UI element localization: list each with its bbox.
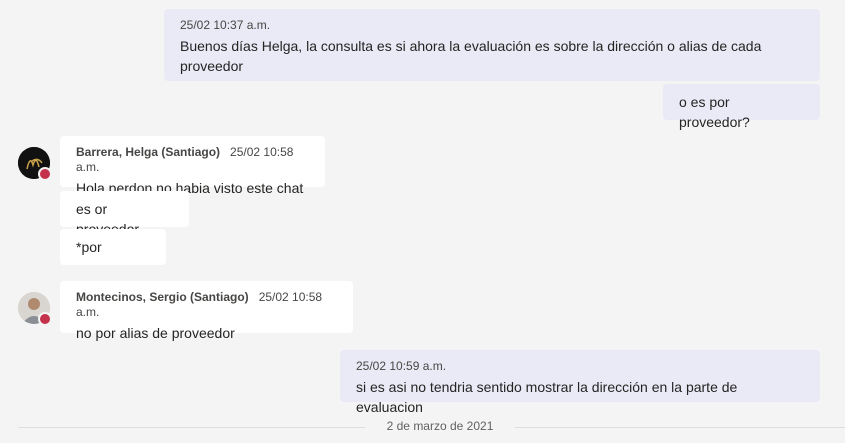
date-divider-line-left — [18, 427, 365, 428]
received-message-bubble[interactable]: Montecinos, Sergio (Santiago) 25/02 10:58… — [60, 281, 353, 341]
received-message-bubble[interactable]: Barrera, Helga (Santiago) 25/02 10:58 a.m… — [60, 136, 325, 196]
message-timestamp: 25/02 10:59 a.m. — [356, 359, 447, 373]
message-author[interactable]: Barrera, Helga (Santiago) — [76, 145, 220, 159]
message-text: no por alias de proveedor — [76, 325, 235, 341]
message-header: Montecinos, Sergio (Santiago) 25/02 10:58… — [76, 290, 337, 320]
message-header: Barrera, Helga (Santiago) 25/02 10:58 a.m… — [76, 145, 309, 175]
received-message-bubble[interactable]: es or proveedor — [60, 191, 189, 237]
message-text: Buenos días Helga, la consulta es si aho… — [180, 38, 762, 74]
date-divider-label: 2 de marzo de 2021 — [386, 419, 494, 433]
message-text: *por — [76, 239, 102, 255]
date-divider-line-right — [515, 427, 845, 428]
sent-message-bubble[interactable]: 25/02 10:37 a.m. Buenos días Helga, la c… — [164, 9, 820, 81]
message-timestamp: 25/02 10:37 a.m. — [180, 18, 271, 32]
message-text: o es por proveedor? — [679, 94, 750, 130]
presence-status-icon — [38, 167, 52, 181]
presence-status-icon — [38, 312, 52, 326]
message-author[interactable]: Montecinos, Sergio (Santiago) — [76, 290, 249, 304]
sent-message-bubble[interactable]: 25/02 10:59 a.m. si es asi no tendria se… — [340, 350, 820, 415]
received-message-bubble[interactable]: *por — [60, 229, 166, 265]
message-text: si es asi no tendria sentido mostrar la … — [356, 379, 738, 415]
sent-message-bubble[interactable]: o es por proveedor? — [663, 84, 820, 130]
